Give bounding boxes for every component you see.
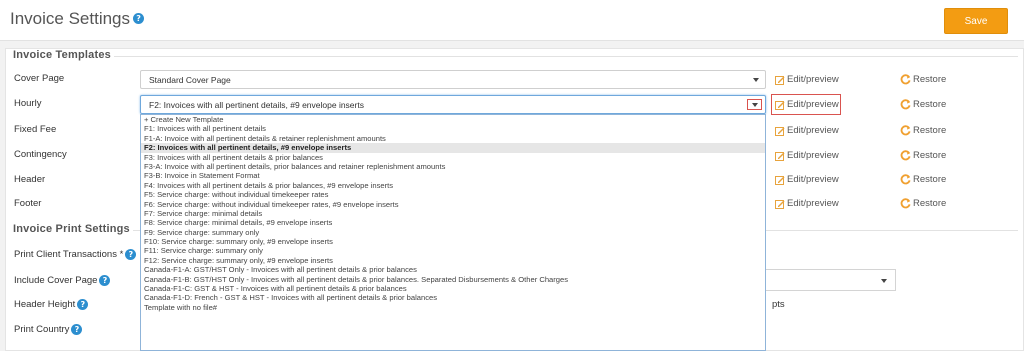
chevron-down-icon <box>752 103 758 107</box>
edit-preview-label: Edit/preview <box>787 99 839 110</box>
contingency-restore-link[interactable]: Restore <box>900 150 946 161</box>
dropdown-option[interactable]: F11: Service charge: summary only <box>141 246 765 255</box>
templates-divider <box>10 56 1018 57</box>
edit-preview-label: Edit/preview <box>787 74 839 85</box>
hourly-label: Hourly <box>14 98 42 109</box>
restore-label: Restore <box>913 198 947 209</box>
print-client-transactions-label: Print Client Transactions *? <box>14 249 137 261</box>
fixed-fee-edit-link[interactable]: Edit/preview <box>775 125 839 136</box>
dropdown-option[interactable]: Canada-F1-C: GST & HST - Invoices with a… <box>141 284 765 293</box>
print-country-label: Print Country? <box>14 324 83 336</box>
restore-icon <box>900 99 911 110</box>
save-button[interactable]: Save <box>944 8 1008 34</box>
include-cover-page-select[interactable] <box>766 269 896 291</box>
edit-preview-label: Edit/preview <box>787 198 839 209</box>
template-dropdown-list[interactable]: + Create New Template F1: Invoices with a… <box>140 114 766 351</box>
help-icon[interactable]: ? <box>71 324 83 335</box>
edit-preview-label: Edit/preview <box>787 174 839 185</box>
cover-page-restore-link[interactable]: Restore <box>900 74 946 85</box>
header-height-label: Header Height? <box>14 299 89 311</box>
print-client-transactions-text: Print Client Transactions * <box>14 249 124 261</box>
contingency-label: Contingency <box>14 149 67 160</box>
restore-label: Restore <box>913 99 947 110</box>
header-label: Header <box>14 174 46 185</box>
dropdown-option[interactable]: F6: Service charge: without individual t… <box>141 200 765 209</box>
dropdown-option[interactable]: + Create New Template <box>141 115 765 124</box>
dropdown-option[interactable]: F5: Service charge: without individual t… <box>141 190 765 199</box>
dropdown-option[interactable]: F3-B: Invoice in Statement Format <box>141 171 765 180</box>
page-title: Invoice Settings? <box>10 9 145 29</box>
restore-icon <box>900 150 911 161</box>
restore-icon <box>900 74 911 85</box>
dropdown-option[interactable]: F4: Invoices with all pertinent details … <box>141 181 765 190</box>
restore-label: Restore <box>913 150 947 161</box>
cover-page-edit-link[interactable]: Edit/preview <box>775 74 839 85</box>
include-cover-page-text: Include Cover Page <box>14 275 98 287</box>
hourly-select[interactable]: F2: Invoices with all pertinent details,… <box>140 95 766 114</box>
dropdown-option[interactable]: F10: Service charge: summary only, #9 en… <box>141 237 765 246</box>
pencil-icon <box>775 175 785 185</box>
hourly-select-value: F2: Invoices with all pertinent details,… <box>149 100 364 110</box>
chevron-down-icon <box>753 78 759 82</box>
pencil-icon <box>775 151 785 161</box>
print-country-text: Print Country <box>14 324 70 336</box>
dropdown-option[interactable]: F8: Service charge: minimal details, #9 … <box>141 218 765 227</box>
cover-page-select-value: Standard Cover Page <box>149 75 231 85</box>
header-edit-link[interactable]: Edit/preview <box>775 174 839 185</box>
dropdown-option[interactable]: Template with no file# <box>141 303 765 312</box>
dropdown-option[interactable]: Canada-F1-A: GST/HST Only - Invoices wit… <box>141 265 765 274</box>
contingency-edit-link[interactable]: Edit/preview <box>775 150 839 161</box>
pencil-icon <box>775 100 785 110</box>
pencil-icon <box>775 126 785 136</box>
help-icon[interactable]: ? <box>125 249 137 260</box>
pencil-icon <box>775 75 785 85</box>
dropdown-toggle-highlight[interactable] <box>747 99 762 110</box>
restore-label: Restore <box>913 174 947 185</box>
dropdown-option[interactable]: Canada-F1-B: GST/HST Only - Invoices wit… <box>141 275 765 284</box>
templates-legend: Invoice Templates <box>10 49 114 61</box>
help-icon[interactable]: ? <box>133 13 145 25</box>
dropdown-option[interactable]: F1: Invoices with all pertinent details <box>141 124 765 133</box>
fixed-fee-label: Fixed Fee <box>14 124 57 135</box>
dropdown-option[interactable]: F1-A: Invoice with all pertinent details… <box>141 134 765 143</box>
footer-restore-link[interactable]: Restore <box>900 198 946 209</box>
restore-icon <box>900 174 911 185</box>
fixed-fee-restore-link[interactable]: Restore <box>900 125 946 136</box>
dropdown-option[interactable]: F3-A: Invoice with all pertinent details… <box>141 162 765 171</box>
restore-label: Restore <box>913 125 947 136</box>
dropdown-option[interactable]: F12: Service charge: summary only, #9 en… <box>141 256 765 265</box>
page-title-text: Invoice Settings <box>10 9 131 28</box>
restore-label: Restore <box>913 74 947 85</box>
edit-preview-label: Edit/preview <box>787 125 839 136</box>
header-height-unit: pts <box>772 299 785 310</box>
page-header: Invoice Settings? Save <box>0 0 1024 41</box>
help-icon[interactable]: ? <box>99 275 111 286</box>
edit-preview-label: Edit/preview <box>787 150 839 161</box>
include-cover-page-label: Include Cover Page? <box>14 275 111 287</box>
dropdown-option[interactable]: F3: Invoices with all pertinent details … <box>141 153 765 162</box>
dropdown-option[interactable]: F9: Service charge: summary only <box>141 228 765 237</box>
dropdown-option[interactable]: F2: Invoices with all pertinent details,… <box>141 143 765 153</box>
restore-icon <box>900 125 911 136</box>
help-icon[interactable]: ? <box>77 299 89 310</box>
pencil-icon <box>775 199 785 209</box>
header-height-text: Header Height <box>14 299 76 311</box>
hourly-restore-link[interactable]: Restore <box>900 99 946 110</box>
header-restore-link[interactable]: Restore <box>900 174 946 185</box>
footer-label: Footer <box>14 198 42 209</box>
cover-page-select[interactable]: Standard Cover Page <box>140 70 766 89</box>
dropdown-option[interactable]: Canada-F1-D: French - GST & HST - Invoic… <box>141 293 765 302</box>
dropdown-option[interactable]: F7: Service charge: minimal details <box>141 209 765 218</box>
cover-page-label: Cover Page <box>14 73 65 84</box>
footer-edit-link[interactable]: Edit/preview <box>775 198 839 209</box>
print-settings-legend: Invoice Print Settings <box>10 223 133 235</box>
hourly-edit-link[interactable]: Edit/preview <box>775 99 839 110</box>
chevron-down-icon <box>881 279 887 283</box>
restore-icon <box>900 198 911 209</box>
